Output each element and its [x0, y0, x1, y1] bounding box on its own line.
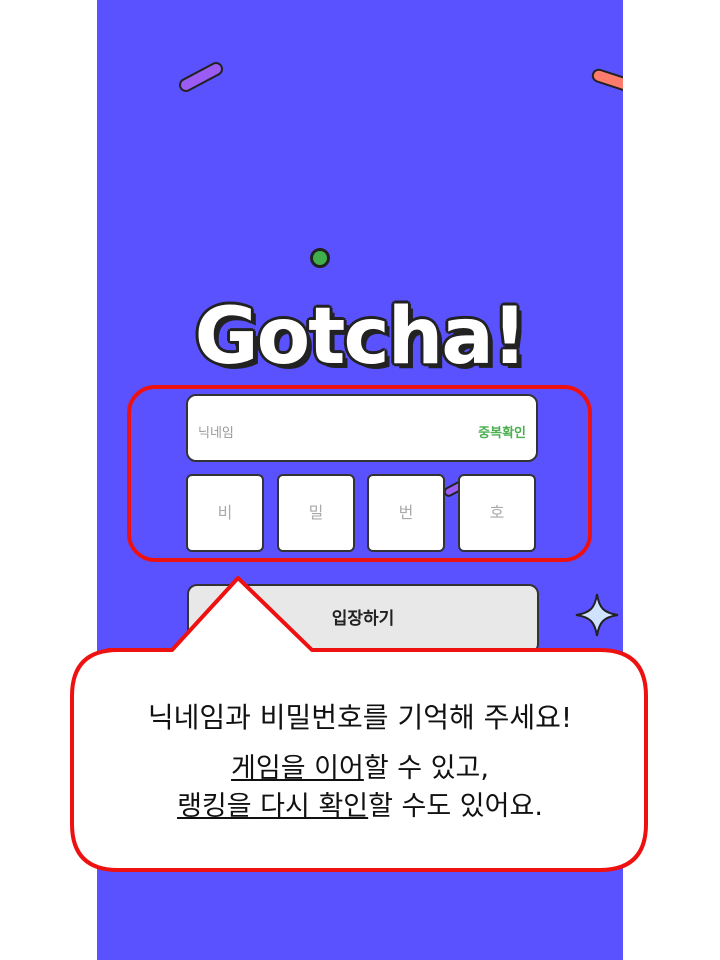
confetti-decoration — [176, 59, 226, 95]
callout-body: 게임을 이어할 수 있고, 랭킹을 다시 확인할 수도 있어요. — [74, 750, 646, 826]
highlight-box — [127, 385, 592, 562]
confetti-decoration — [590, 66, 623, 96]
enter-button[interactable]: 입장하기 — [187, 584, 539, 654]
callout-line-2-rest: 할 수 있고, — [363, 753, 489, 784]
callout-line-2-underlined: 게임을 이어 — [231, 753, 364, 784]
callout-line-1: 닉네임과 비밀번호를 기억해 주세요! — [147, 701, 573, 734]
dot-decoration — [310, 248, 330, 268]
app-logo-title: Gotcha! — [194, 292, 528, 382]
sparkle-icon — [575, 593, 619, 637]
callout-line-3-underlined: 랭킹을 다시 확인 — [177, 791, 369, 822]
callout-line-3-rest: 할 수도 있어요. — [368, 791, 543, 822]
